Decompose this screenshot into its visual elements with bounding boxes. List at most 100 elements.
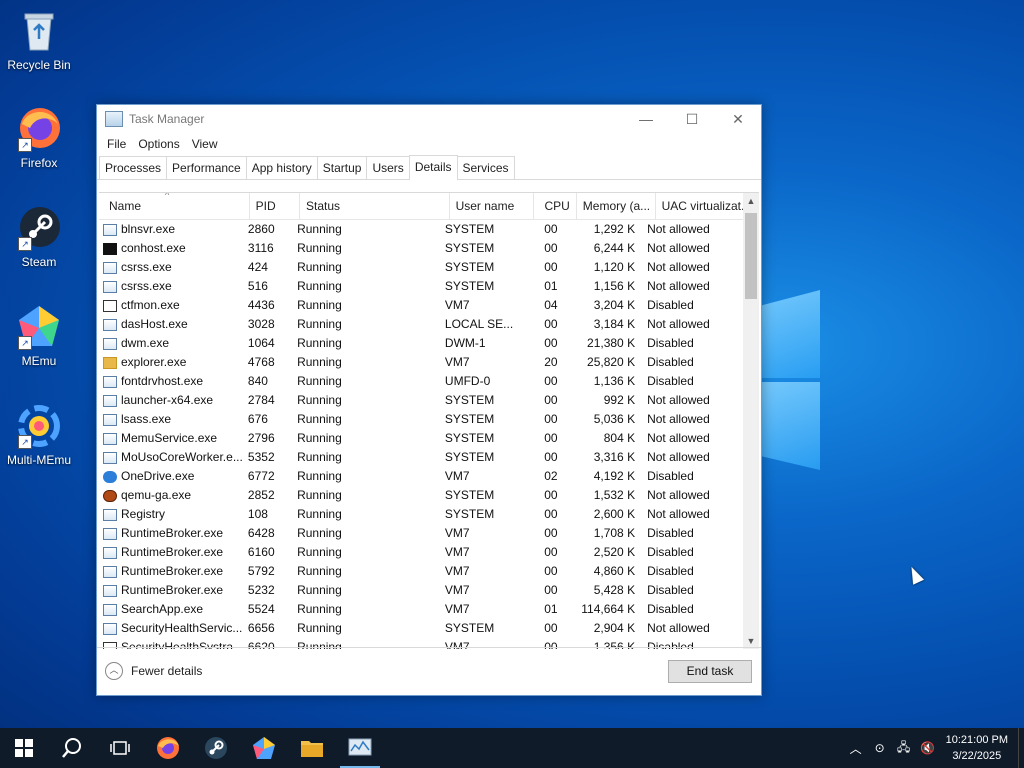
- task-manager-window: Task Manager — ☐ ✕ File Options View Pro…: [96, 104, 762, 696]
- fewer-details-button[interactable]: ︿ Fewer details: [105, 662, 202, 680]
- network-icon[interactable]: 🖧: [892, 738, 916, 759]
- process-name-cell: SearchApp.exe: [99, 600, 242, 619]
- pid-cell: 3116: [247, 241, 274, 255]
- column-header-pid[interactable]: PID: [250, 193, 300, 219]
- file-explorer-icon: [301, 741, 323, 757]
- maximize-button[interactable]: ☐: [669, 105, 715, 133]
- pid-cell: 6656: [247, 621, 275, 635]
- taskbar-task-manager[interactable]: [336, 728, 384, 768]
- clock[interactable]: 10:21:00 PM 3/22/2025: [940, 732, 1018, 764]
- vertical-scrollbar[interactable]: ▲ ▼: [743, 193, 759, 649]
- scrollbar-thumb[interactable]: [745, 213, 757, 299]
- scroll-up-icon[interactable]: ▲: [743, 193, 759, 209]
- process-name-text: ctfmon.exe: [121, 298, 180, 312]
- column-header-memory[interactable]: Memory (a...: [577, 193, 656, 219]
- tab-app-history[interactable]: App history: [245, 156, 318, 179]
- status-cell: Running: [297, 450, 342, 464]
- process-name-text: Registry: [121, 507, 166, 521]
- user-name-cell: SYSTEM: [444, 222, 495, 236]
- table-row[interactable]: launcher-x64.exe 2784 Running SYSTEM 00 992 K…: [99, 391, 743, 410]
- process-app-icon: [103, 546, 117, 559]
- system-tray: ︿ ⊙ 🖧 🔇 10:21:00 PM 3/22/2025: [844, 728, 1024, 768]
- taskbar-memu[interactable]: [240, 728, 288, 768]
- end-task-button[interactable]: End task: [668, 660, 752, 683]
- taskbar-steam[interactable]: [192, 728, 240, 768]
- table-row[interactable]: fontdrvhost.exe 840 Running UMFD-0 00 1,136 K…: [99, 372, 743, 391]
- volume-muted-icon[interactable]: 🔇: [916, 741, 940, 755]
- user-name-cell: VM7: [444, 526, 470, 540]
- table-row[interactable]: qemu-ga.exe 2852 Running SYSTEM 00 1,532 K Not…: [99, 486, 743, 505]
- desktop-icon-steam[interactable]: ↗ Steam: [0, 205, 78, 269]
- tab-startup[interactable]: Startup: [316, 156, 368, 179]
- column-header-cpu[interactable]: CPU: [534, 193, 577, 219]
- table-row[interactable]: RuntimeBroker.exe 6428 Running VM7 00 1,708 K…: [99, 524, 743, 543]
- memory-cell: 6,244 K: [593, 241, 636, 255]
- pid-cell: 1064: [247, 336, 275, 350]
- search-button[interactable]: [48, 728, 96, 768]
- table-row[interactable]: SecurityHealthServic... 6656 Running SYSTEM…: [99, 619, 743, 638]
- column-header-status[interactable]: Status: [300, 193, 450, 219]
- start-button[interactable]: [0, 728, 48, 768]
- table-row[interactable]: OneDrive.exe 6772 Running VM7 02 4,192 K Disab…: [99, 467, 743, 486]
- cpu-cell: 00: [544, 526, 558, 540]
- pid-cell: 6772: [247, 469, 275, 483]
- menu-file[interactable]: File: [101, 137, 132, 151]
- minimize-button[interactable]: —: [623, 105, 669, 133]
- table-row[interactable]: Registry 108 Running SYSTEM 00 2,600 K Not all…: [99, 505, 743, 524]
- menu-options[interactable]: Options: [132, 137, 185, 151]
- desktop-icon-label: MEmu: [21, 354, 57, 368]
- table-row[interactable]: MemuService.exe 2796 Running SYSTEM 00 804 K N…: [99, 429, 743, 448]
- fewer-details-label: Fewer details: [131, 664, 203, 678]
- close-button[interactable]: ✕: [715, 105, 761, 133]
- table-row[interactable]: MoUsoCoreWorker.e... 5352 Running SYSTEM 00 3…: [99, 448, 743, 467]
- task-view-button[interactable]: [96, 728, 144, 768]
- process-app-icon: [103, 280, 117, 293]
- menu-view[interactable]: View: [186, 137, 224, 151]
- title-bar[interactable]: Task Manager — ☐ ✕: [97, 105, 761, 133]
- column-header-user-name[interactable]: User name: [450, 193, 535, 219]
- memory-cell: 1,136 K: [593, 374, 636, 388]
- status-cell: Running: [297, 279, 342, 293]
- desktop-icon-memu[interactable]: ↗ MEmu: [0, 304, 78, 368]
- table-row[interactable]: blnsvr.exe 2860 Running SYSTEM 00 1,292 K Not …: [99, 220, 743, 239]
- user-name-cell: VM7: [444, 602, 470, 616]
- pid-cell: 4768: [247, 355, 275, 369]
- desktop-icon-label: Firefox: [20, 156, 58, 170]
- table-row[interactable]: ctfmon.exe 4436 Running VM7 04 3,204 K Disable…: [99, 296, 743, 315]
- table-row[interactable]: conhost.exe 3116 Running SYSTEM 00 6,244 K Not…: [99, 239, 743, 258]
- table-row[interactable]: csrss.exe 516 Running SYSTEM 01 1,156 K Not al…: [99, 277, 743, 296]
- firefox-icon: ↗: [16, 106, 62, 152]
- table-row[interactable]: RuntimeBroker.exe 5232 Running VM7 00 5,428 K…: [99, 581, 743, 600]
- table-row[interactable]: csrss.exe 424 Running SYSTEM 00 1,120 K Not al…: [99, 258, 743, 277]
- table-row[interactable]: explorer.exe 4768 Running VM7 20 25,820 K Disa…: [99, 353, 743, 372]
- table-row[interactable]: dwm.exe 1064 Running DWM-1 00 21,380 K Disable…: [99, 334, 743, 353]
- process-app-icon: [103, 527, 117, 540]
- process-name-text: blnsvr.exe: [121, 222, 176, 236]
- table-row[interactable]: RuntimeBroker.exe 6160 Running VM7 00 2,520 K…: [99, 543, 743, 562]
- show-desktop-button[interactable]: [1018, 728, 1024, 768]
- table-row[interactable]: dasHost.exe 3028 Running LOCAL SE... 00 3,184…: [99, 315, 743, 334]
- desktop-icon-multi-memu[interactable]: ↗ Multi-MEmu: [0, 403, 78, 467]
- tab-processes[interactable]: Processes: [99, 156, 168, 179]
- process-name-text: RuntimeBroker.exe: [121, 545, 224, 559]
- tab-performance[interactable]: Performance: [166, 156, 247, 179]
- chevron-up-icon[interactable]: ︿: [844, 740, 868, 757]
- desktop-icon-firefox[interactable]: ↗ Firefox: [0, 106, 78, 170]
- desktop-icon-recycle-bin[interactable]: Recycle Bin: [0, 8, 78, 72]
- table-row[interactable]: SearchApp.exe 5524 Running VM7 01 114,664 K Di…: [99, 600, 743, 619]
- taskbar-firefox[interactable]: [144, 728, 192, 768]
- tab-services[interactable]: Services: [456, 156, 515, 179]
- column-header-name[interactable]: Name: [99, 193, 250, 219]
- table-row[interactable]: lsass.exe 676 Running SYSTEM 00 5,036 K Not al…: [99, 410, 743, 429]
- memory-cell: 2,520 K: [593, 545, 636, 559]
- status-cell: Running: [297, 222, 342, 236]
- process-name-cell: RuntimeBroker.exe: [99, 581, 242, 600]
- table-row[interactable]: RuntimeBroker.exe 5792 Running VM7 00 4,860 K…: [99, 562, 743, 581]
- uac-cell: Not allowed: [647, 260, 710, 274]
- process-name-text: RuntimeBroker.exe: [121, 564, 224, 578]
- meet-now-icon[interactable]: ⊙: [868, 741, 892, 755]
- menu-bar: File Options View: [97, 133, 761, 155]
- tab-details[interactable]: Details: [408, 155, 458, 180]
- tab-users[interactable]: Users: [366, 156, 410, 179]
- taskbar-file-explorer[interactable]: [288, 728, 336, 768]
